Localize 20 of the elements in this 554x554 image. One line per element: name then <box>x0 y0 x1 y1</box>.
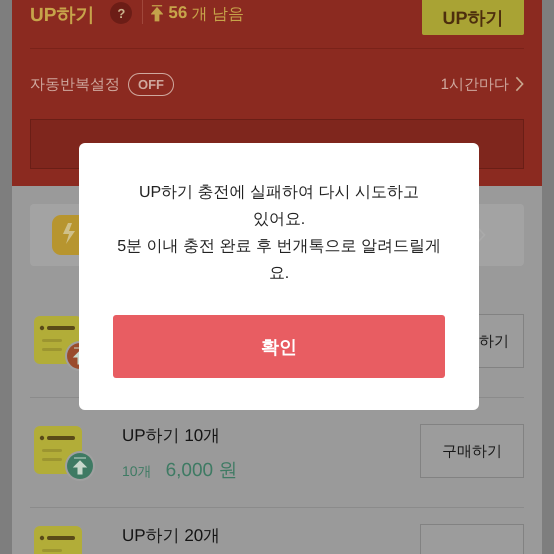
up-arrow-icon <box>151 4 164 22</box>
up-button[interactable]: UP하기 <box>422 0 524 35</box>
dialog-message: UP하기 충전에 실패하여 다시 시도하고 있어요. <box>138 183 420 230</box>
chevron-right-icon <box>477 227 486 243</box>
chevron-right-icon <box>515 76 524 92</box>
product-title: UP하기 10개 <box>122 425 222 447</box>
buy-button[interactable]: 구매하기 <box>420 424 524 478</box>
interval-setting[interactable]: 1시간마다 <box>440 74 509 94</box>
confirm-button[interactable]: 확인 <box>113 315 445 378</box>
auto-repeat-label: 자동반복설정 <box>30 74 120 94</box>
remaining-count: 56 <box>168 3 188 23</box>
product-quantity: 10개 <box>122 463 152 481</box>
remaining-label: 개 남음 <box>191 5 244 25</box>
product-title: UP하기 20개 <box>122 525 220 547</box>
auto-repeat-toggle[interactable]: OFF <box>128 72 174 96</box>
section-title: UP하기 <box>30 4 94 28</box>
ticket-icon <box>34 426 96 482</box>
product-price: 6,000 원 <box>166 459 238 483</box>
dialog-message: 5분 이내 충전 완료 후 번개톡으로 알려드릴게요. <box>116 237 442 284</box>
help-button[interactable]: ? <box>110 2 132 24</box>
